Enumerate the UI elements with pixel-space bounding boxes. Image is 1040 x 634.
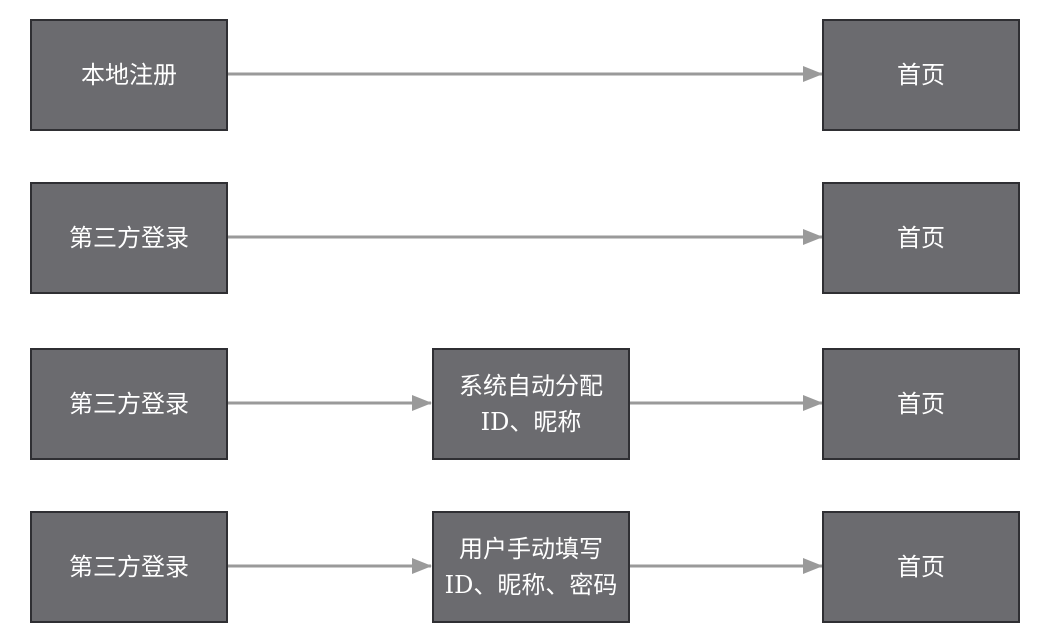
node-third-party-login-row2: 第三方登录 — [30, 182, 228, 294]
node-auto-assign: 系统自动分配 ID、昵称 — [432, 348, 630, 460]
node-label: 第三方登录 — [69, 224, 189, 252]
node-label: 首页 — [897, 61, 945, 89]
node-label: 首页 — [897, 390, 945, 418]
node-third-party-login-row3: 第三方登录 — [30, 348, 228, 460]
node-home-row2: 首页 — [822, 182, 1020, 294]
node-manual-fill: 用户手动填写 ID、昵称、密码 — [432, 511, 630, 623]
node-label-group: 系统自动分配 ID、昵称 — [459, 368, 603, 440]
node-local-register: 本地注册 — [30, 19, 228, 131]
node-third-party-login-row4: 第三方登录 — [30, 511, 228, 623]
node-label-line1: 系统自动分配 — [459, 372, 603, 400]
node-label: 首页 — [897, 224, 945, 252]
node-label: 第三方登录 — [69, 390, 189, 418]
node-label-line2: ID、昵称、密码 — [444, 571, 618, 599]
node-label: 首页 — [897, 553, 945, 581]
node-label-line2: ID、昵称 — [480, 408, 582, 436]
node-home-row3: 首页 — [822, 348, 1020, 460]
node-label: 第三方登录 — [69, 553, 189, 581]
node-home-row4: 首页 — [822, 511, 1020, 623]
node-home-row1: 首页 — [822, 19, 1020, 131]
node-label-group: 用户手动填写 ID、昵称、密码 — [445, 531, 618, 603]
node-label-line1: 用户手动填写 — [458, 535, 603, 563]
node-label: 本地注册 — [81, 61, 177, 89]
